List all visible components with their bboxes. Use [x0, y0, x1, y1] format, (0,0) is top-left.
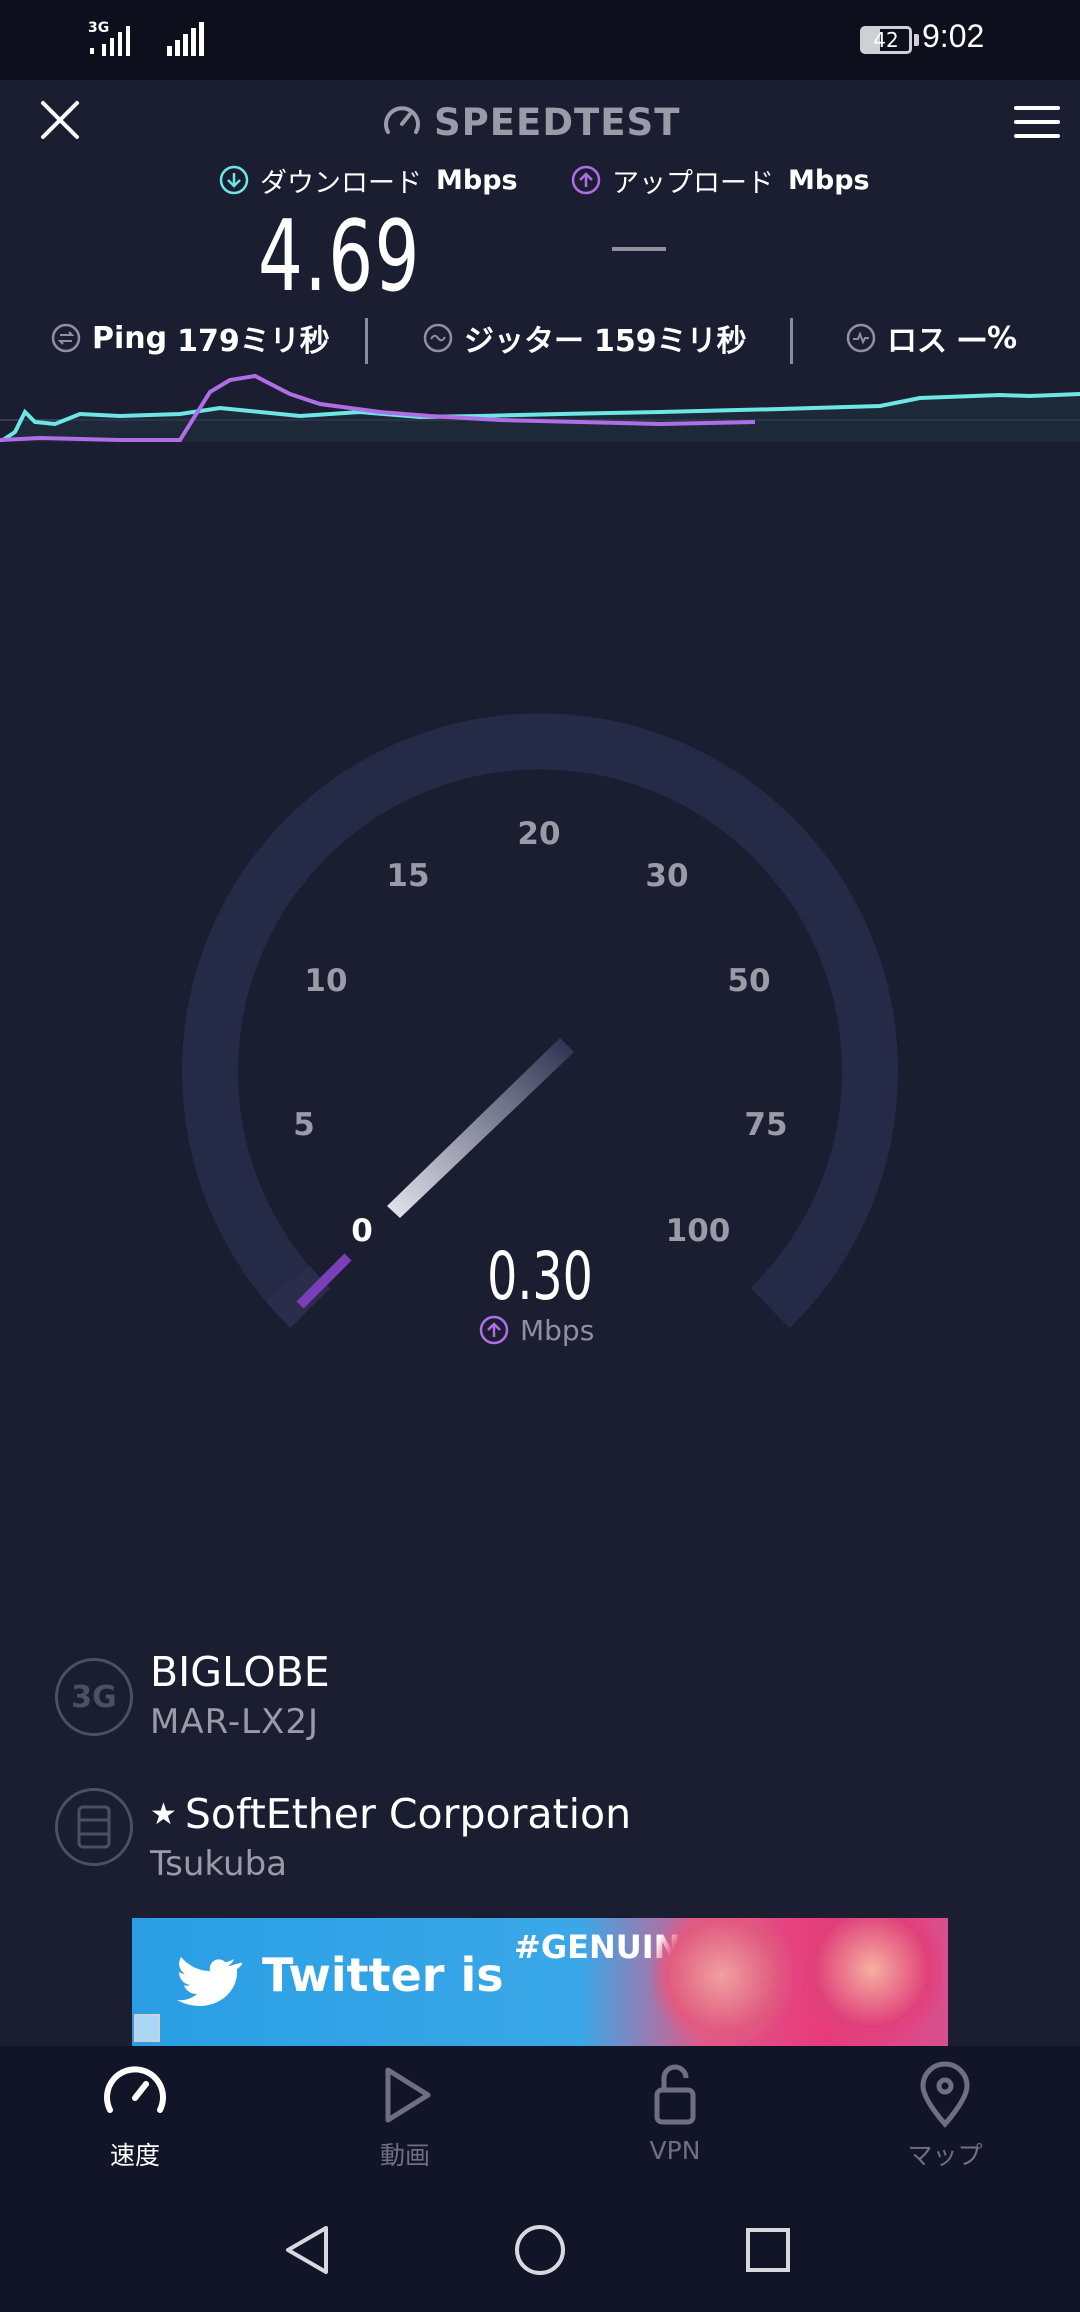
server-icon: [55, 1788, 133, 1866]
ad-image-person: [802, 1918, 942, 2046]
nav-map[interactable]: マップ: [810, 2046, 1080, 2196]
upload-label: アップロード Mbps: [570, 160, 870, 200]
unlock-icon: [654, 2064, 696, 2125]
bottom-navigation: 速度 動画 VPN マップ: [0, 2046, 1080, 2196]
ping-icon: [51, 323, 81, 353]
download-area: [0, 394, 1080, 442]
home-button[interactable]: [510, 2220, 570, 2280]
divider: [790, 318, 793, 364]
gauge-tick-0: 0: [351, 1213, 373, 1249]
hamburger-icon: [1014, 106, 1060, 138]
gauge-value: 0.30: [487, 1238, 593, 1315]
server-city: Tsukuba: [150, 1844, 288, 1884]
jitter-value: 159ミリ秒: [594, 324, 747, 359]
loss-icon: [846, 323, 876, 353]
server-rack-icon: [77, 1805, 111, 1849]
provider-device: MAR-LX2J: [150, 1702, 320, 1742]
upload-unit: Mbps: [788, 164, 870, 196]
upload-label-text: アップロード: [612, 167, 774, 199]
download-value: 4.69: [258, 200, 421, 314]
jitter-stat: ジッター 159ミリ秒: [422, 315, 747, 361]
signal-strength-icon: [165, 22, 205, 58]
jitter-icon: [423, 323, 453, 353]
server-selector[interactable]: ★ SoftEther Corporation: [150, 1790, 631, 1838]
network-type-text: 3G: [71, 1679, 117, 1715]
battery-icon: 42: [860, 26, 912, 54]
battery-level: 42: [873, 28, 899, 52]
server-name: SoftEther Corporation: [184, 1790, 632, 1838]
gauge-tick-5: 5: [293, 1107, 315, 1143]
battery-tip: [914, 34, 919, 46]
nav-video-label: 動画: [379, 2141, 430, 2170]
close-button[interactable]: [30, 90, 90, 150]
gauge-tick-30: 30: [645, 858, 688, 894]
provider-name[interactable]: BIGLOBE: [150, 1648, 330, 1696]
ping-value: 179ミリ秒: [177, 324, 330, 359]
clock: 9:02: [922, 18, 985, 54]
network-type-badge: 3G: [55, 1658, 133, 1736]
gauge-tick-50: 50: [727, 963, 770, 999]
ad-text: Twitter is: [262, 1948, 504, 2002]
loss-label: ロス: [887, 324, 947, 359]
star-icon: ★: [150, 1796, 177, 1832]
ping-stat: Ping 179ミリ秒: [50, 315, 330, 361]
upload-value-placeholder: [612, 247, 666, 251]
nav-vpn-label: VPN: [649, 2136, 701, 2165]
loss-value: —%: [957, 320, 1018, 356]
speed-gauge-icon: [104, 2066, 166, 2113]
system-navigation-bar: [0, 2196, 1080, 2312]
gauge-unit-label: Mbps: [478, 1310, 594, 1350]
play-icon: [385, 2067, 431, 2123]
ad-banner[interactable]: Twitter is #GENUINE: [132, 1918, 948, 2046]
nav-video[interactable]: 動画: [270, 2046, 540, 2196]
gauge-needle: [387, 1038, 574, 1218]
upload-arrow-icon: [479, 1315, 509, 1345]
app-brand: SPEEDTEST: [380, 98, 680, 146]
close-icon: [41, 101, 79, 139]
recents-button[interactable]: [738, 2220, 798, 2280]
map-pin-icon: [920, 2061, 970, 2128]
gauge-unit: Mbps: [520, 1313, 595, 1347]
loss-stat: ロス —%: [845, 315, 1017, 361]
download-unit: Mbps: [436, 164, 518, 196]
nav-vpn[interactable]: VPN: [540, 2046, 810, 2196]
jitter-label: ジッター: [464, 324, 584, 359]
download-label-text: ダウンロード: [260, 167, 422, 199]
download-label: ダウンロード Mbps: [218, 160, 518, 200]
speedometer-logo-icon: [384, 106, 420, 134]
mobile-signal-icon: 3G: [88, 20, 148, 58]
twitter-bird-icon: [177, 1957, 242, 2006]
nav-map-label: マップ: [907, 2141, 983, 2170]
status-bar: 3G 42 9:02: [0, 0, 1080, 80]
download-arrow-icon: [219, 165, 249, 195]
gauge-tick-10: 10: [304, 963, 347, 999]
gauge-tick-100: 100: [666, 1213, 731, 1249]
ad-image-person: [652, 1918, 792, 2046]
nav-speed-label: 速度: [109, 2141, 160, 2170]
divider: [365, 318, 368, 364]
ad-choices-icon[interactable]: [134, 2014, 160, 2042]
nav-speed[interactable]: 速度: [0, 2046, 270, 2196]
gauge-tick-15: 15: [386, 858, 429, 894]
upload-arrow-icon: [571, 165, 601, 195]
back-button[interactable]: [278, 2220, 338, 2280]
app-title: SPEEDTEST: [434, 100, 681, 144]
gauge-tick-75: 75: [744, 1107, 787, 1143]
gauge-tick-20: 20: [517, 816, 560, 852]
speed-history-graph: [0, 373, 1080, 442]
menu-button[interactable]: [1012, 102, 1062, 142]
ping-label: Ping: [92, 320, 168, 356]
